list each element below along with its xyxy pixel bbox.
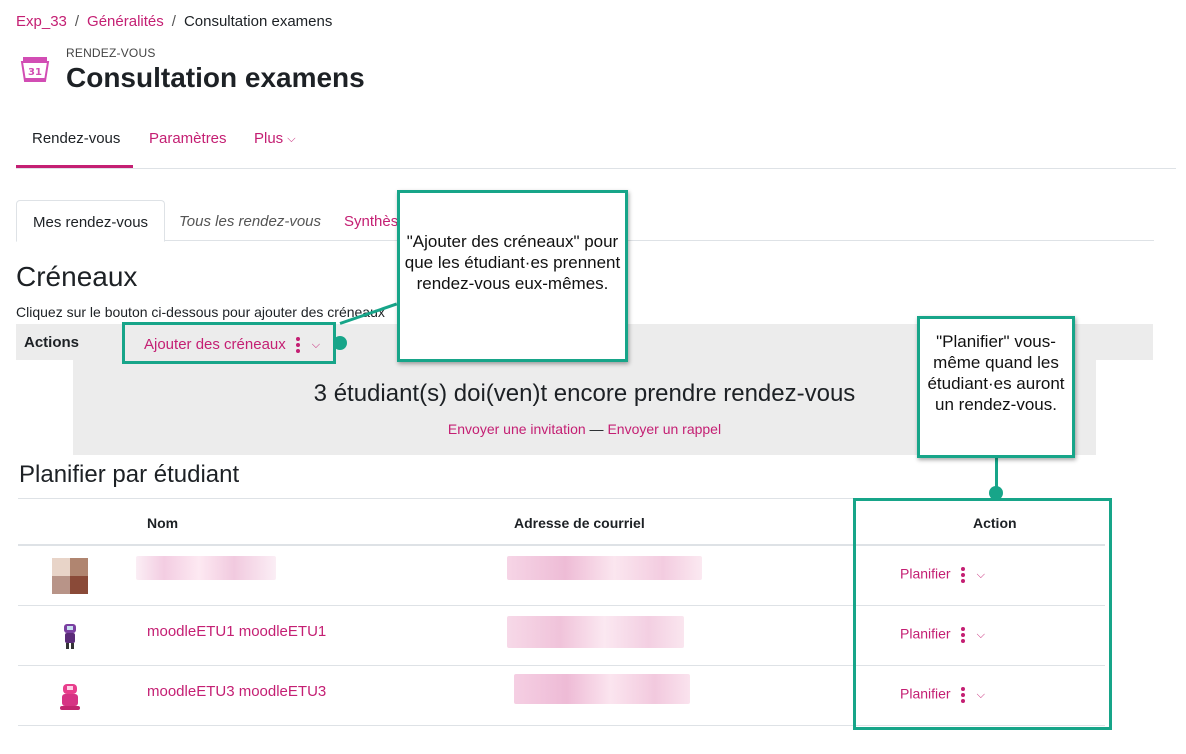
calendar-icon: 31 [20,57,50,82]
breadcrumb-separator: / [171,13,176,30]
chevron-down-icon: ⌵ [287,132,296,145]
page-title: Consultation examens [66,62,365,93]
nav-plus[interactable]: Plus ⌵ [254,130,296,147]
tab-mes-rendez-vous[interactable]: Mes rendez-vous [16,200,166,242]
primary-nav: Rendez-vous Paramètres Plus ⌵ [16,108,1176,169]
send-reminder-link[interactable]: Envoyer un rappel [607,421,721,437]
nav-active-indicator [16,165,133,168]
breadcrumb-current: Consultation examens [183,13,333,30]
schedule-heading: Planifier par étudiant [19,461,240,488]
redacted-email [507,616,684,648]
tab-tous-les-rendez-vous[interactable]: Tous les rendez-vous [163,200,337,241]
action-column-highlight [853,498,1112,730]
callout-schedule: "Planifier" vous-même quand les étudiant… [917,316,1075,458]
avatar [60,684,80,710]
add-slots-highlight [122,322,336,364]
student-name-link[interactable]: moodleETU3 moodleETU3 [147,683,326,700]
nav-plus-label: Plus [254,130,284,147]
breadcrumb-separator: / [74,13,80,30]
column-email: Adresse de courriel [514,515,645,531]
callout-dot [333,336,347,350]
redacted-email [514,674,690,704]
breadcrumb-course[interactable]: Exp_33 [16,13,67,30]
student-name-link[interactable]: moodleETU1 moodleETU1 [147,623,326,640]
breadcrumb: Exp_33 / Généralités / Consultation examens [16,13,332,30]
links-separator: — [585,421,608,437]
slots-heading: Créneaux [16,261,138,292]
breadcrumb-section[interactable]: Généralités [87,13,164,30]
send-invitation-link[interactable]: Envoyer une invitation [448,421,586,437]
actions-label: Actions [24,334,80,351]
nav-rendez-vous[interactable]: Rendez-vous [32,130,120,147]
redacted-name [136,556,276,580]
nav-parametres[interactable]: Paramètres [149,130,227,147]
slots-intro: Cliquez sur le bouton ci-dessous pour aj… [16,304,385,320]
callout-dot [989,486,1003,500]
redacted-email [507,556,702,580]
calendar-icon-day: 31 [28,67,42,78]
avatar [52,558,88,594]
column-name: Nom [147,515,179,531]
callout-add-slots: "Ajouter des créneaux" pour que les étud… [397,190,628,362]
avatar [64,624,76,649]
activity-type: RENDEZ-VOUS [66,46,156,60]
